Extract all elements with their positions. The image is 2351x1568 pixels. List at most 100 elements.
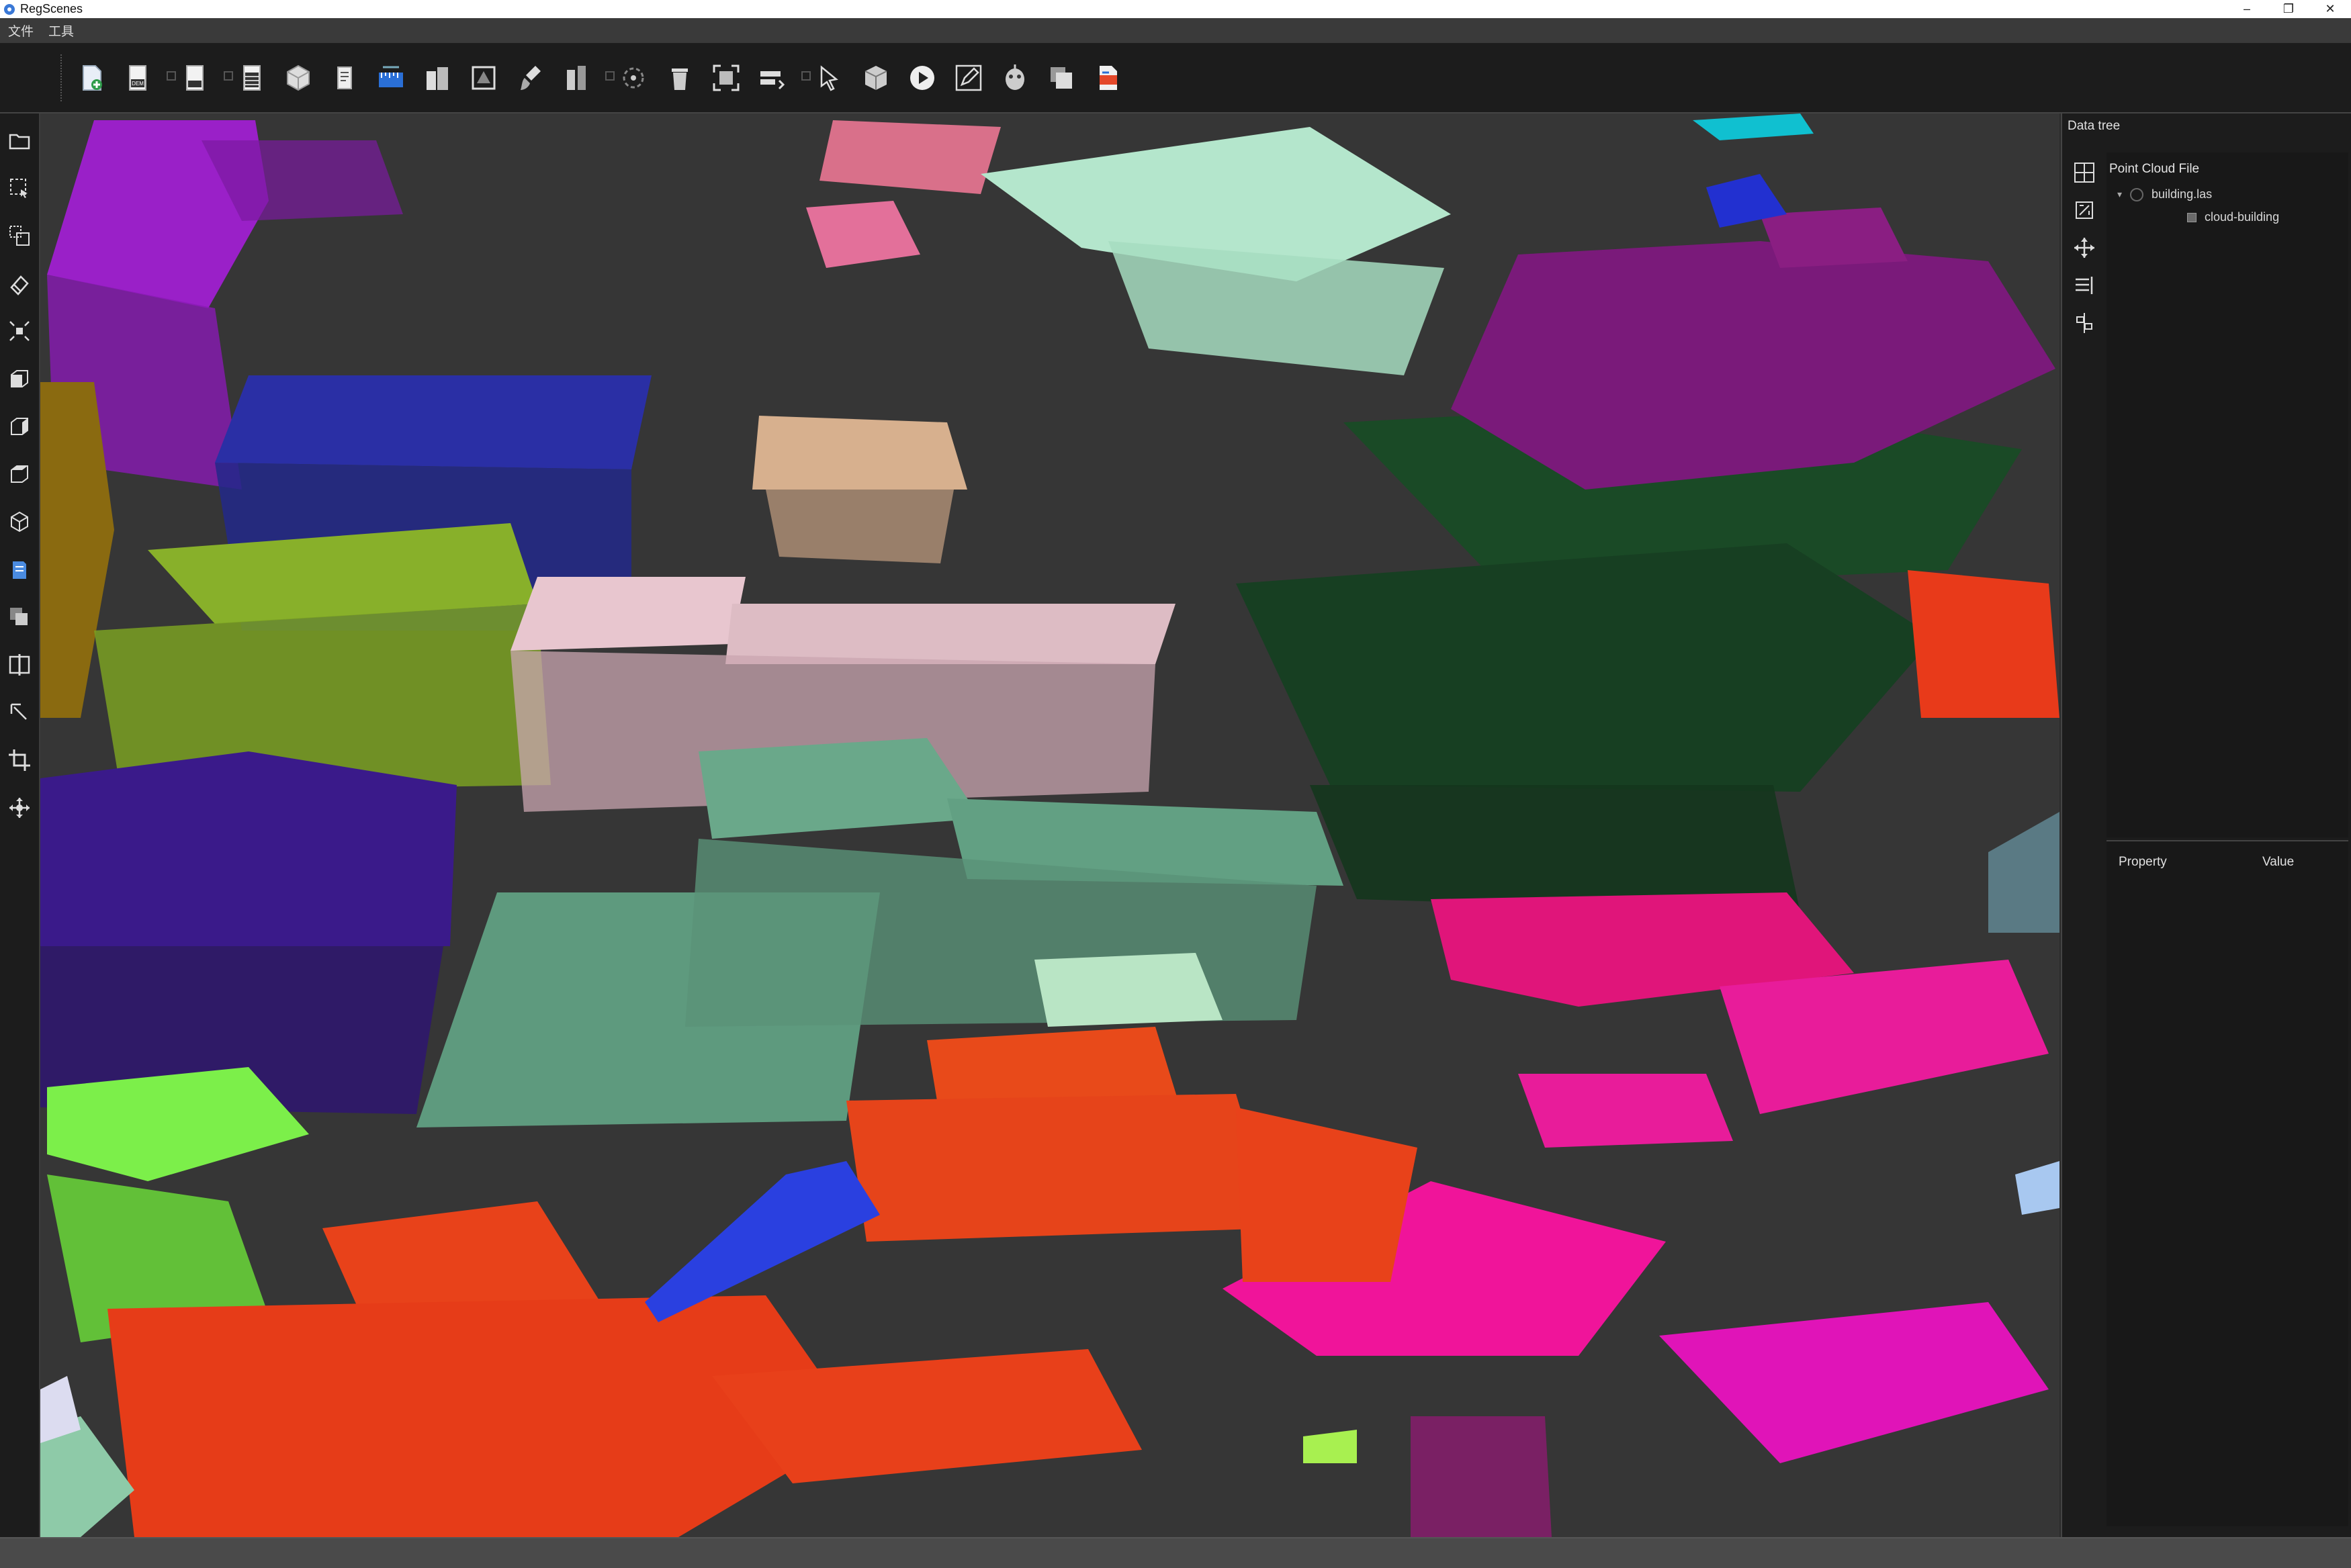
eraser-button[interactable] (0, 263, 39, 304)
dem-export-button[interactable]: DEM (120, 58, 155, 98)
minimize-button[interactable]: – (2226, 0, 2268, 18)
play-icon (910, 66, 934, 90)
document-button[interactable] (327, 58, 362, 98)
layers-button[interactable] (1044, 58, 1079, 98)
play-button[interactable] (905, 58, 940, 98)
tree-item-file[interactable]: ▾ building.las (2117, 187, 2212, 201)
report-icon (1100, 66, 1117, 90)
mesh-button[interactable] (281, 58, 316, 98)
brush-icon (521, 66, 541, 90)
color-button[interactable] (0, 549, 39, 590)
segment-icon (623, 67, 644, 89)
export-table-icon (243, 65, 261, 91)
point-cloud-viewport[interactable] (40, 113, 2059, 1537)
polygon-crop-button[interactable] (466, 58, 501, 98)
move-icon (9, 798, 30, 818)
export-icon (186, 65, 204, 91)
restore-button[interactable]: ❐ (2268, 0, 2309, 18)
panel-side-toolbar (2062, 154, 2106, 342)
building-lime (94, 523, 551, 792)
document-icon (337, 66, 352, 89)
pen-edit-button[interactable] (951, 58, 986, 98)
merge-clouds-button[interactable] (0, 215, 39, 257)
list-view-button[interactable] (2062, 267, 2106, 304)
segment-button[interactable] (616, 58, 651, 98)
tree-root-point-cloud-file[interactable]: Point Cloud File (2109, 162, 2199, 177)
align-button[interactable] (2062, 304, 2106, 342)
menu-bar: 文件 工具 (0, 18, 2351, 44)
visibility-checkbox[interactable] (2187, 212, 2197, 222)
crop-button[interactable] (0, 739, 39, 781)
split-button[interactable] (559, 58, 594, 98)
report-button[interactable] (1090, 58, 1125, 98)
pointer-button[interactable] (812, 58, 847, 98)
cube-button[interactable] (858, 58, 893, 98)
layers-icon (10, 608, 28, 625)
cloud-edit-button[interactable] (755, 58, 790, 98)
crop-cloud-button[interactable] (2062, 191, 2106, 229)
select-arrow-button[interactable] (0, 692, 39, 733)
toolbar-separator (224, 71, 233, 85)
app-icon (4, 3, 15, 15)
toolbar-grip[interactable] (60, 54, 66, 101)
front-view-button[interactable] (0, 358, 39, 400)
layers-icon (1051, 67, 1072, 89)
building-cyan-top (1693, 113, 1814, 140)
dem-export-icon: DEM (129, 65, 146, 91)
toolbar-separator (605, 71, 615, 85)
top-view-icon (11, 465, 28, 483)
list-view-icon (2076, 277, 2093, 294)
window-controls: – ❐ ✕ (2226, 0, 2351, 18)
layers-toggle-button[interactable] (0, 596, 39, 638)
expand-arrow-icon[interactable]: ▾ (2117, 189, 2122, 200)
pen-edit-icon (955, 64, 982, 91)
cloud-edit-icon (760, 71, 785, 90)
robot-button[interactable] (997, 58, 1032, 98)
measure-button[interactable] (373, 58, 408, 98)
front-view-icon (11, 370, 28, 387)
dem-badge: DEM (132, 81, 144, 87)
building-top-pink (806, 120, 1001, 268)
menu-tools[interactable]: 工具 (42, 21, 81, 40)
open-folder-button[interactable] (0, 120, 39, 161)
tree-item-cloud[interactable]: cloud-building (2187, 210, 2279, 224)
buildings-icon (427, 67, 448, 90)
expand-tree-button[interactable] (2062, 154, 2106, 191)
building-lightblue-right (2015, 1161, 2059, 1215)
building-red-right (1908, 570, 2059, 718)
new-file-icon (83, 65, 102, 91)
brush-button[interactable] (513, 58, 547, 98)
building-indigo (40, 751, 457, 1114)
property-column-header: Property (2119, 855, 2167, 869)
top-view-button[interactable] (0, 453, 39, 495)
3d-view-button[interactable] (0, 501, 39, 543)
new-file-button[interactable] (74, 58, 109, 98)
window-title: RegScenes (20, 2, 83, 15)
fit-view-button[interactable] (709, 58, 744, 98)
building-mint-small (1034, 953, 1223, 1027)
align-icon (2076, 313, 2092, 333)
value-column-header: Value (2262, 855, 2295, 869)
center-points-button[interactable] (0, 310, 39, 352)
right-panel: Data tree Point Cloud File ▾ building.la… (2061, 113, 2351, 1537)
measure-icon (379, 66, 403, 87)
select-arrow-icon (10, 703, 27, 720)
delete-button[interactable] (662, 58, 697, 98)
buildings-button[interactable] (420, 58, 455, 98)
select-points-button[interactable] (0, 167, 39, 209)
building-tan (752, 416, 967, 563)
transform-button[interactable] (2062, 229, 2106, 267)
color-icon (13, 561, 26, 579)
export-table-button[interactable] (234, 58, 269, 98)
data-tree-title: Data tree (2068, 119, 2121, 133)
point-cloud-render (40, 113, 2059, 1537)
delete-icon (672, 68, 688, 90)
menu-file[interactable]: 文件 (1, 21, 40, 40)
side-view-button[interactable] (0, 406, 39, 447)
export-button[interactable] (177, 58, 212, 98)
close-button[interactable]: ✕ (2309, 0, 2351, 18)
split-view-button[interactable] (0, 644, 39, 686)
move-button[interactable] (0, 787, 39, 829)
expand-tree-icon (2074, 163, 2094, 183)
properties-panel: Property Value (2106, 840, 2348, 1526)
